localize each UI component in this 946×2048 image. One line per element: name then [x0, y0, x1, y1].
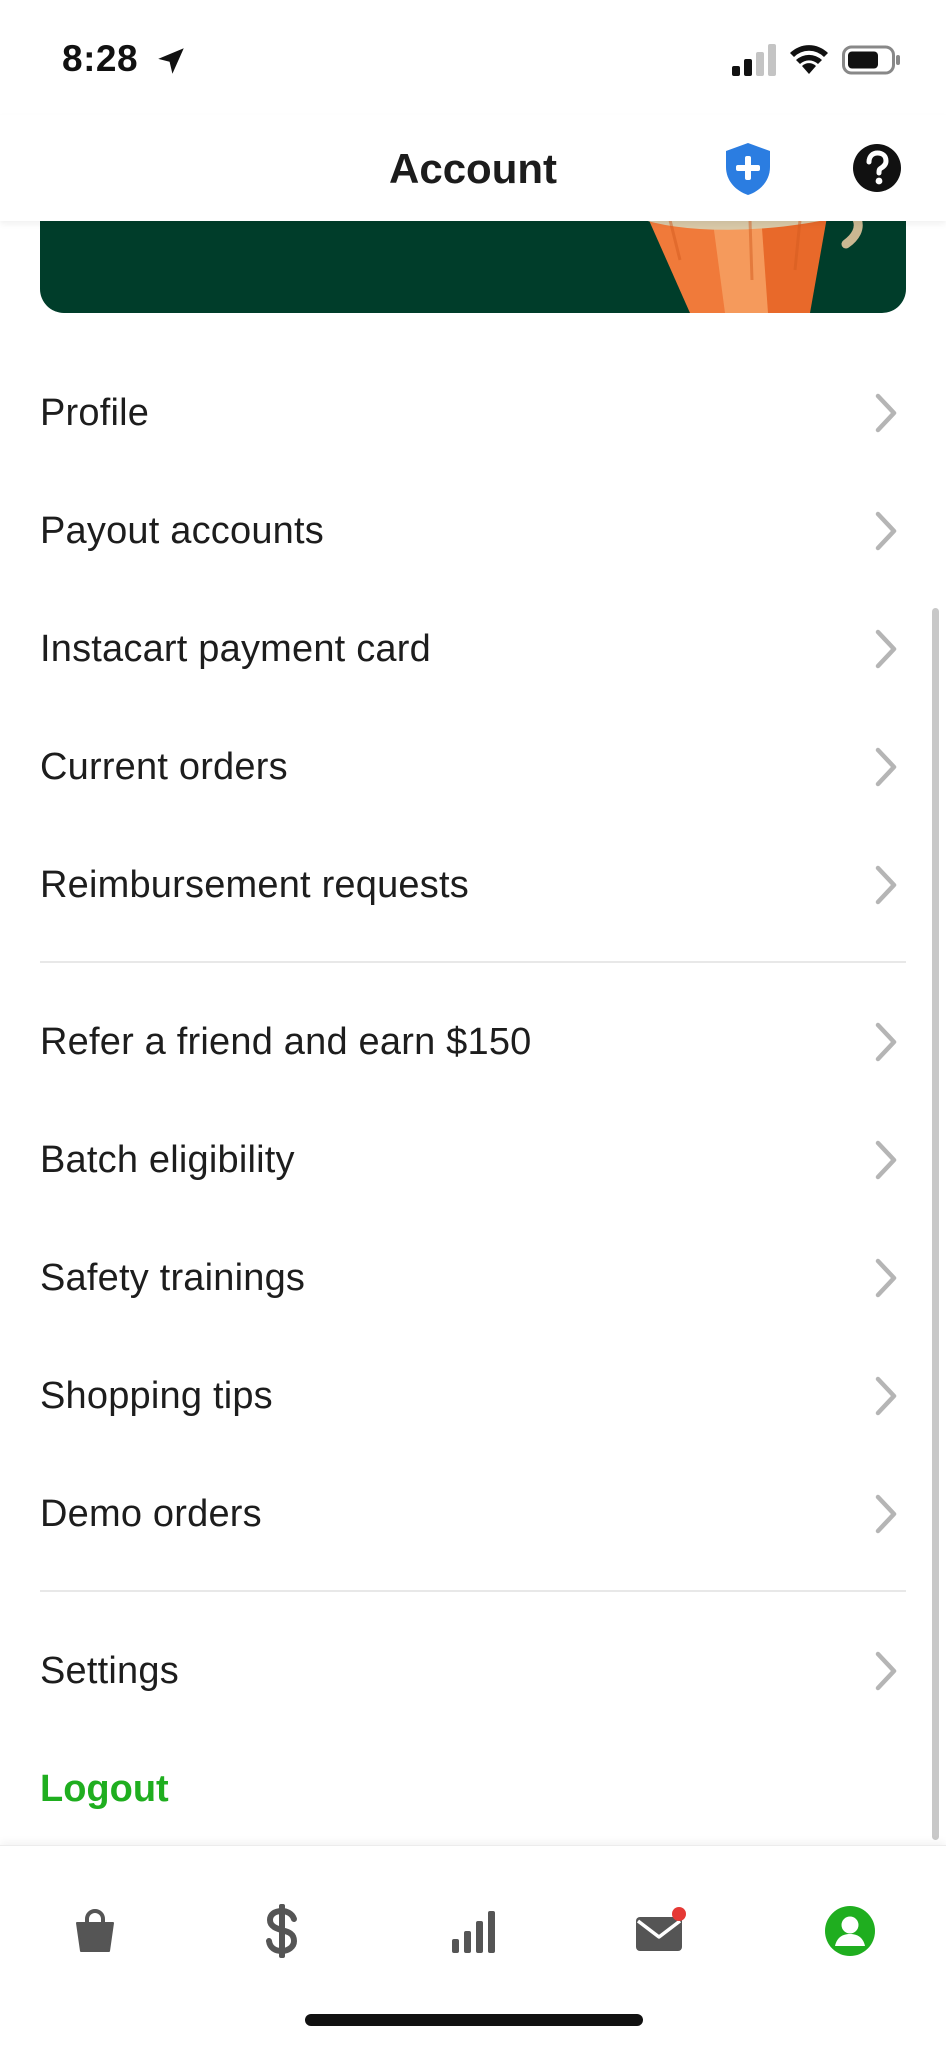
app-header: Account	[0, 115, 946, 221]
tab-account[interactable]	[795, 1886, 905, 1976]
menu-item-label: Safety trainings	[40, 1256, 306, 1299]
menu-item-shopping-tips[interactable]: Shopping tips	[40, 1337, 906, 1455]
account-screen: 8:28 Account Profile Payout accounts Ins…	[0, 0, 946, 2048]
menu-item-label: Batch eligibility	[40, 1138, 295, 1181]
bar-chart-icon	[452, 1911, 495, 1953]
chevron-right-icon	[875, 1258, 897, 1298]
account-icon	[825, 1906, 875, 1956]
mail-icon	[636, 1907, 686, 1951]
chevron-right-icon	[875, 747, 897, 787]
chevron-right-icon	[875, 865, 897, 905]
section-divider	[40, 1590, 906, 1592]
menu-item-refer-a-friend[interactable]: Refer a friend and earn $150	[40, 983, 906, 1101]
tab-messages[interactable]	[606, 1886, 716, 1976]
tab-earnings[interactable]	[227, 1886, 337, 1976]
shopping-bag-icon	[76, 1909, 114, 1952]
menu-item-label: Settings	[40, 1649, 179, 1692]
logout-label: Logout	[40, 1767, 169, 1810]
chevron-right-icon	[875, 1494, 897, 1534]
menu-item-reimbursement-requests[interactable]: Reimbursement requests	[40, 826, 906, 944]
scrollbar[interactable]	[932, 608, 939, 1840]
safety-shield-icon[interactable]	[722, 141, 774, 197]
status-time: 8:28	[62, 38, 139, 79]
menu-item-settings[interactable]: Settings	[40, 1612, 906, 1730]
section-divider	[40, 961, 906, 963]
chevron-right-icon	[875, 1376, 897, 1416]
menu-item-payment-card[interactable]: Instacart payment card	[40, 590, 906, 708]
menu-item-current-orders[interactable]: Current orders	[40, 708, 906, 826]
battery-icon	[842, 45, 900, 75]
menu-item-batch-eligibility[interactable]: Batch eligibility	[40, 1101, 906, 1219]
status-bar: 8:28	[0, 0, 946, 115]
menu-item-label: Profile	[40, 391, 150, 434]
menu-item-payout-accounts[interactable]: Payout accounts	[40, 472, 906, 590]
chevron-right-icon	[875, 1140, 897, 1180]
tab-batches[interactable]	[40, 1886, 150, 1976]
help-icon[interactable]	[852, 143, 902, 193]
dollar-icon	[266, 1904, 298, 1958]
menu-item-profile[interactable]: Profile	[40, 354, 906, 472]
menu-item-label: Payout accounts	[40, 509, 324, 552]
tab-ratings[interactable]	[418, 1886, 528, 1976]
home-indicator	[305, 2014, 643, 2026]
menu-item-label: Current orders	[40, 745, 288, 788]
menu-item-label: Reimbursement requests	[40, 863, 469, 906]
page-title: Account	[389, 145, 557, 192]
menu-item-label: Shopping tips	[40, 1374, 273, 1417]
location-arrow-icon	[158, 48, 184, 74]
menu-item-label: Refer a friend and earn $150	[40, 1020, 532, 1063]
menu-item-demo-orders[interactable]: Demo orders	[40, 1455, 906, 1573]
chevron-right-icon	[875, 393, 897, 433]
menu-item-label: Demo orders	[40, 1492, 262, 1535]
menu-item-safety-trainings[interactable]: Safety trainings	[40, 1219, 906, 1337]
notification-dot	[672, 1907, 686, 1921]
chevron-right-icon	[875, 1651, 897, 1691]
logout-button[interactable]: Logout	[40, 1730, 906, 1848]
cellular-signal-icon	[732, 44, 776, 76]
chevron-right-icon	[875, 629, 897, 669]
chevron-right-icon	[875, 1022, 897, 1062]
wifi-icon	[790, 45, 828, 74]
chevron-right-icon	[875, 511, 897, 551]
menu-item-label: Instacart payment card	[40, 627, 431, 670]
